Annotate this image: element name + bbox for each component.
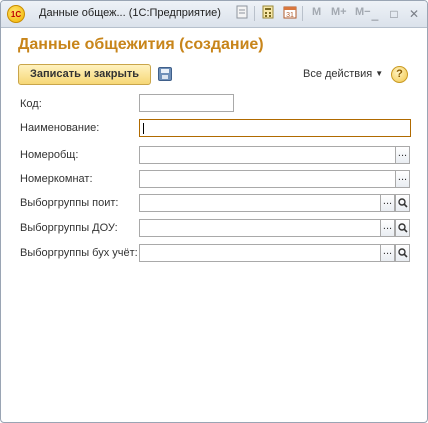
code-input[interactable] (139, 94, 234, 112)
field-label-group-accounting: Выборгруппы бух учёт: (20, 247, 138, 259)
title-bar[interactable]: 1С Данные общеж... (1С:Предприятие) 31 M… (1, 1, 427, 28)
maximize-button[interactable]: □ (385, 5, 403, 23)
group-poit-input[interactable] (139, 194, 381, 212)
field-label-name: Наименование: (20, 122, 100, 134)
text-cursor (143, 123, 144, 134)
form-window: 1С Данные общеж... (1С:Предприятие) 31 M… (0, 0, 428, 423)
group-accounting-search-button[interactable] (395, 244, 410, 262)
chevron-down-icon: ▼ (375, 69, 384, 78)
group-accounting-input[interactable] (139, 244, 381, 262)
toolbar-separator (302, 6, 303, 21)
save-icon[interactable] (158, 67, 172, 81)
help-button[interactable]: ? (391, 66, 408, 83)
group-dou-search-button[interactable] (395, 219, 410, 237)
form-title: Данные общежития (создание) (18, 36, 264, 53)
window-title: Данные общеж... (1С:Предприятие) (39, 7, 221, 19)
search-icon (398, 248, 408, 258)
memory-plus-button[interactable]: M+ (331, 6, 347, 18)
dorm-number-select-button[interactable]: ... (395, 146, 410, 164)
memory-button[interactable]: M (312, 6, 321, 18)
field-label-group-poit: Выборгруппы поит: (20, 197, 119, 209)
room-number-input[interactable] (139, 170, 396, 188)
dorm-number-input[interactable] (139, 146, 396, 164)
calculator-icon[interactable] (259, 5, 277, 23)
group-accounting-select-button[interactable]: ... (380, 244, 395, 262)
field-label-group-dou: Выборгруппы ДОУ: (20, 222, 118, 234)
group-dou-select-button[interactable]: ... (380, 219, 395, 237)
minimize-button[interactable]: _ (366, 5, 384, 23)
room-number-select-button[interactable]: ... (395, 170, 410, 188)
field-label-dorm-number: Номеробщ: (20, 149, 79, 161)
group-poit-search-button[interactable] (395, 194, 410, 212)
calendar-day: 31 (286, 12, 294, 19)
app-logo-icon[interactable]: 1С (7, 5, 25, 23)
save-and-close-button[interactable]: Записать и закрыть (18, 64, 151, 85)
toolbar-separator (254, 6, 255, 21)
calendar-icon[interactable]: 31 (281, 5, 299, 23)
group-dou-input[interactable] (139, 219, 381, 237)
all-actions-label: Все действия (303, 68, 373, 80)
page-icon[interactable] (233, 5, 251, 23)
field-label-code: Код: (20, 98, 42, 110)
group-poit-select-button[interactable]: ... (380, 194, 395, 212)
all-actions-menu[interactable]: Все действия ▼ (303, 68, 383, 80)
name-input[interactable] (139, 119, 411, 137)
search-icon (398, 198, 408, 208)
field-label-room-number: Номеркомнат: (20, 173, 93, 185)
search-icon (398, 223, 408, 233)
close-button[interactable]: ✕ (405, 5, 423, 23)
